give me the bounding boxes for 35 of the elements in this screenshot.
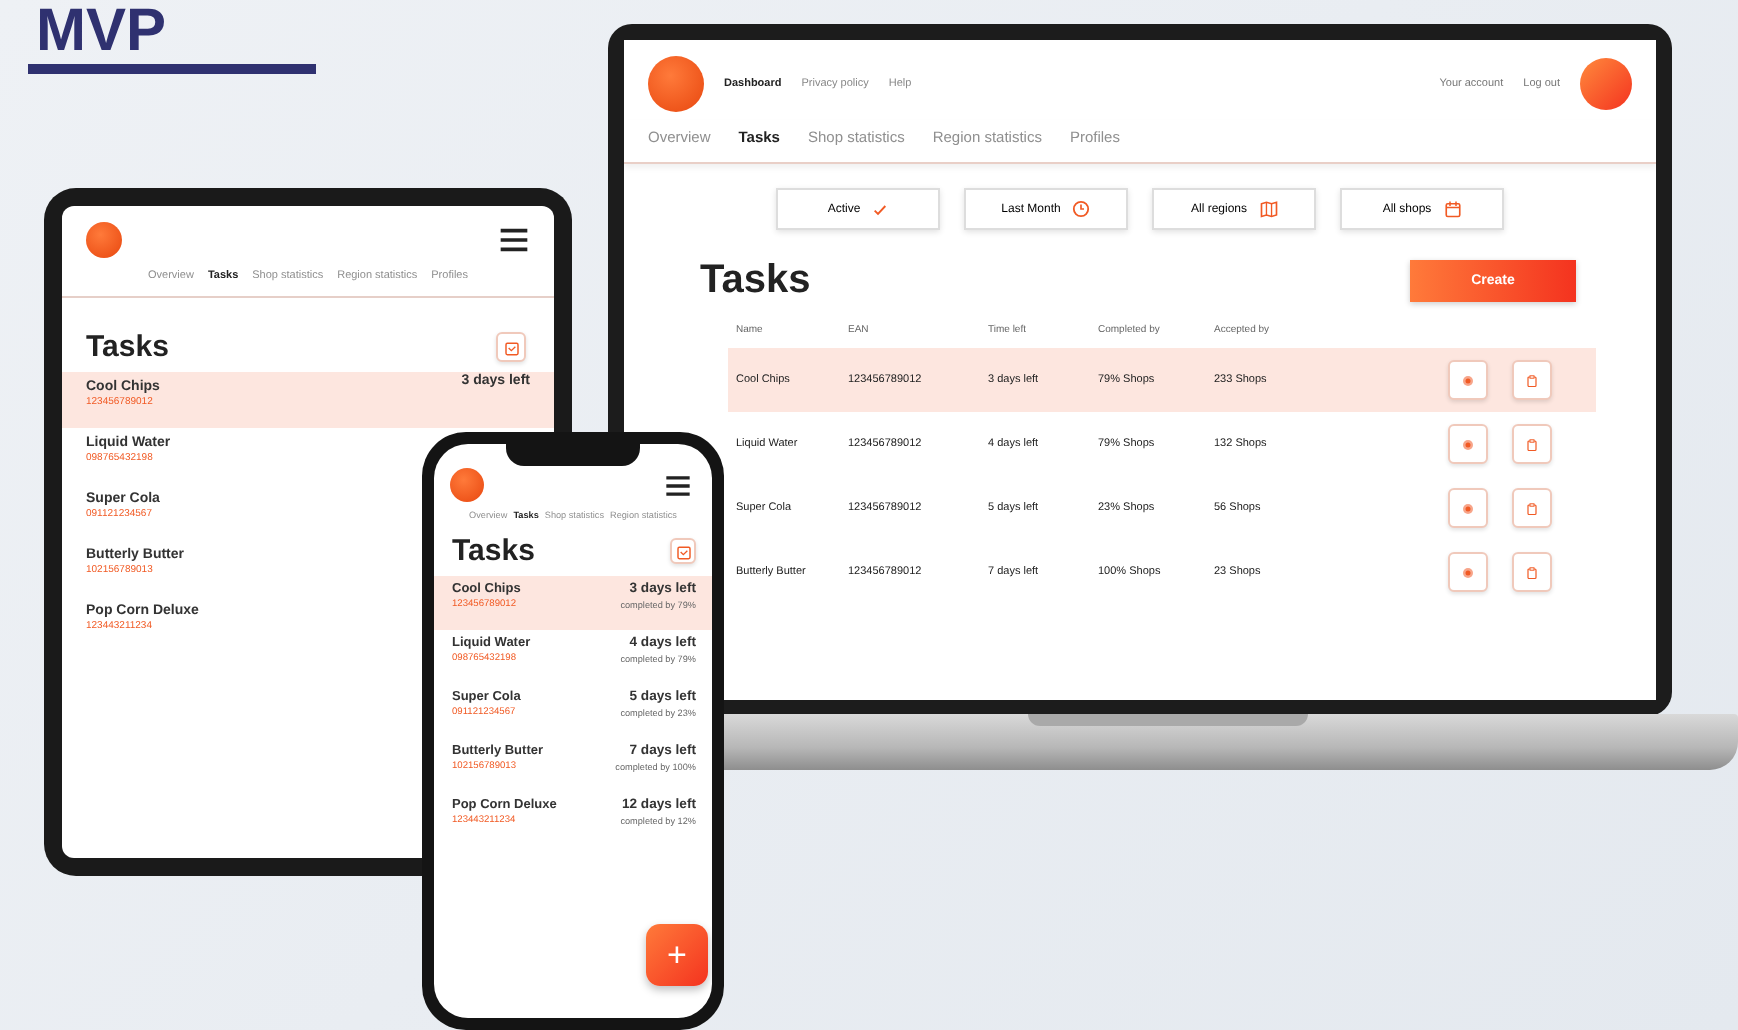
menu-icon <box>664 471 692 499</box>
page-title: Tasks <box>700 258 811 304</box>
clipboard-button[interactable] <box>1512 360 1552 400</box>
avatar <box>1580 58 1632 110</box>
logo <box>648 56 704 112</box>
page-title: Tasks <box>452 534 535 568</box>
logo <box>86 222 122 258</box>
target-icon <box>1462 563 1474 581</box>
page-title: Tasks <box>86 330 169 364</box>
target-icon <box>1462 499 1474 517</box>
calendar-icon <box>1443 200 1462 218</box>
filter-button[interactable] <box>670 538 696 564</box>
target-icon <box>1462 371 1474 389</box>
clock-icon <box>1072 200 1091 218</box>
clipboard-icon <box>1526 563 1538 581</box>
clipboard-icon <box>1526 371 1538 389</box>
filter-button[interactable] <box>496 332 526 362</box>
target-button[interactable] <box>1448 552 1488 592</box>
clipboard-icon <box>1526 499 1538 517</box>
check-icon <box>872 201 889 217</box>
target-icon <box>1462 435 1474 453</box>
filter-icon <box>503 339 519 355</box>
page-heading: MVP <box>28 0 316 74</box>
map-icon <box>1259 200 1277 218</box>
target-button[interactable] <box>1448 424 1488 464</box>
filter-icon <box>675 543 691 559</box>
clipboard-button[interactable] <box>1512 488 1552 528</box>
menu-icon <box>498 224 530 256</box>
clipboard-button[interactable] <box>1512 424 1552 464</box>
target-button[interactable] <box>1448 360 1488 400</box>
logo <box>450 468 484 502</box>
clipboard-button[interactable] <box>1512 552 1552 592</box>
clipboard-icon <box>1526 435 1538 453</box>
phone-notch <box>506 444 640 466</box>
target-button[interactable] <box>1448 488 1488 528</box>
